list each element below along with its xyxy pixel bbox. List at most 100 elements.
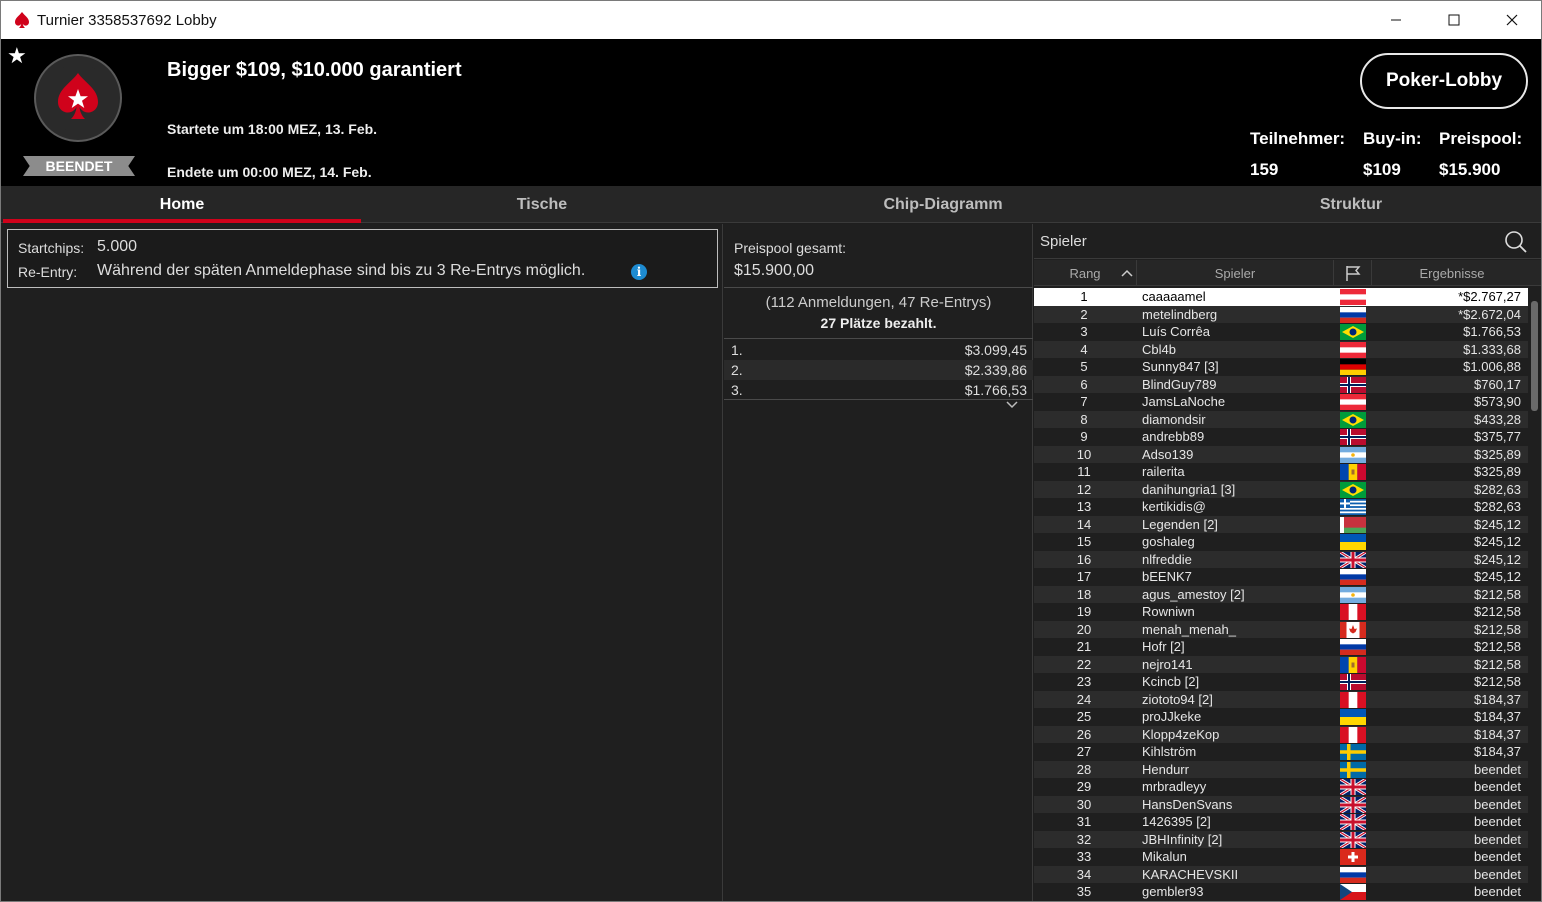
player-row[interactable]: 10 Adso139 $325,89 (1034, 445, 1529, 463)
player-rank: 35 (1076, 884, 1092, 899)
player-row[interactable]: 25 proJJkeke $184,37 (1034, 708, 1529, 726)
player-result: $212,58 (1474, 656, 1521, 672)
country-flag-icon (1340, 761, 1366, 778)
player-row[interactable]: 15 goshaleg $245,12 (1034, 533, 1529, 551)
player-row[interactable]: 34 KARACHEVSKII beendet (1034, 865, 1529, 883)
player-row[interactable]: 12 danihungria1 [3] $282,63 (1034, 480, 1529, 498)
player-row[interactable]: 20 menah_menah_ $212,58 (1034, 620, 1529, 638)
maximize-icon[interactable] (1425, 1, 1483, 39)
player-row[interactable]: 5 Sunny847 [3] $1.006,88 (1034, 358, 1529, 376)
player-rank: 16 (1076, 551, 1092, 567)
player-name: bEENK7 (1142, 569, 1192, 584)
close-icon[interactable] (1483, 1, 1541, 39)
player-name: agus_amestoy [2] (1142, 586, 1245, 602)
player-row[interactable]: 8 diamondsir $433,28 (1034, 410, 1529, 428)
player-name: JamsLaNoche (1142, 394, 1226, 409)
player-row[interactable]: 29 mrbradleyy beendet (1034, 778, 1529, 796)
player-row[interactable]: 18 agus_amestoy [2] $212,58 (1034, 585, 1529, 603)
player-rank: 2 (1080, 306, 1088, 322)
player-row[interactable]: 14 Legenden [2] $245,12 (1034, 515, 1529, 533)
tab-home[interactable]: Home (3, 186, 361, 223)
country-flag-icon (1340, 411, 1366, 428)
column-header-flag[interactable] (1334, 260, 1372, 286)
player-row[interactable]: 3 Luís Corrêa $1.766,53 (1034, 323, 1529, 341)
player-row[interactable]: 19 Rowniwn $212,58 (1034, 603, 1529, 621)
player-row[interactable]: 1 caaaaamel *$2.767,27 (1034, 288, 1529, 306)
player-row[interactable]: 4 Cbl4b $1.333,68 (1034, 340, 1529, 358)
player-result: $245,12 (1474, 569, 1521, 584)
player-rank: 24 (1076, 691, 1092, 707)
player-row[interactable]: 32 JBHInfinity [2] beendet (1034, 830, 1529, 848)
player-rank: 13 (1076, 499, 1092, 514)
player-row[interactable]: 35 gembler93 beendet (1034, 883, 1529, 901)
player-row[interactable]: 24 ziototo94 [2] $184,37 (1034, 690, 1529, 708)
player-rank: 33 (1076, 849, 1092, 864)
player-row[interactable]: 23 Kcincb [2] $212,58 (1034, 673, 1529, 691)
player-row[interactable]: 13 kertikidis@ $282,63 (1034, 498, 1529, 516)
paid-places: 27 Plätze bezahlt. (820, 315, 937, 331)
country-flag-icon (1340, 516, 1366, 533)
favorite-star-icon[interactable]: ★ (7, 45, 27, 67)
buyin-value: $109 (1363, 160, 1401, 179)
player-result: beendet (1474, 884, 1521, 899)
player-row[interactable]: 33 Mikalun beendet (1034, 848, 1529, 866)
player-row[interactable]: 31 1426395 [2] beendet (1034, 813, 1529, 831)
minimize-icon[interactable] (1367, 1, 1425, 39)
player-row[interactable]: 26 Klopp4zeKop $184,37 (1034, 725, 1529, 743)
column-header-player[interactable]: Spieler (1137, 260, 1334, 286)
player-row[interactable]: 2 metelindberg *$2.672,04 (1034, 305, 1529, 323)
player-row[interactable]: 9 andrebb89 $375,77 (1034, 428, 1529, 446)
player-row[interactable]: 22 nejro141 $212,58 (1034, 655, 1529, 673)
country-flag-icon (1340, 376, 1366, 393)
column-header-rank[interactable]: Rang (1034, 260, 1137, 286)
country-flag-icon (1340, 831, 1366, 848)
player-result: $245,12 (1474, 516, 1521, 532)
player-result: beendet (1474, 866, 1521, 882)
title-bar: Turnier 3358537692 Lobby (1, 1, 1541, 39)
poker-lobby-button[interactable]: Poker-Lobby (1360, 53, 1528, 109)
payout-row: 2. $2.339,86 (724, 360, 1033, 380)
country-flag-icon (1340, 621, 1366, 638)
divider (724, 287, 1033, 288)
chevron-down-icon[interactable] (1002, 399, 1022, 411)
country-flag-icon (1340, 866, 1366, 883)
country-flag-icon (1340, 306, 1366, 323)
player-row[interactable]: 30 HansDenSvans beendet (1034, 795, 1529, 813)
player-search-input[interactable] (1040, 228, 1500, 255)
player-rank: 19 (1076, 604, 1092, 619)
tab-chip-chart[interactable]: Chip-Diagramm (743, 186, 1143, 223)
player-row[interactable]: 17 bEENK7 $245,12 (1034, 568, 1529, 586)
player-row[interactable]: 6 BlindGuy789 $760,17 (1034, 375, 1529, 393)
info-icon[interactable]: i (631, 264, 647, 280)
player-row[interactable]: 16 nlfreddie $245,12 (1034, 550, 1529, 568)
scrollbar-thumb[interactable] (1531, 301, 1538, 411)
player-name: Sunny847 [3] (1142, 359, 1219, 374)
country-flag-icon (1340, 499, 1366, 515)
player-result: beendet (1474, 796, 1521, 812)
player-result: $375,77 (1474, 429, 1521, 444)
player-name: KARACHEVSKII (1142, 866, 1239, 882)
player-row[interactable]: 11 railerita $325,89 (1034, 463, 1529, 481)
column-header-results[interactable]: Ergebnisse (1372, 260, 1532, 286)
player-name: metelindberg (1142, 306, 1218, 322)
participants-label: Teilnehmer: (1250, 129, 1346, 148)
player-result: $212,58 (1474, 639, 1521, 654)
player-row[interactable]: 7 JamsLaNoche $573,90 (1034, 393, 1529, 411)
player-result: $212,58 (1474, 621, 1521, 637)
search-icon[interactable] (1504, 230, 1528, 254)
home-info-panel: Startchips: 5.000 Re-Entry: Während der … (1, 224, 723, 901)
tab-home-label: Home (159, 195, 205, 213)
player-row[interactable]: 27 Kihlström $184,37 (1034, 743, 1529, 761)
end-time: Endete um 00:00 MEZ, 14. Feb. (167, 164, 372, 180)
player-result: $212,58 (1474, 604, 1521, 619)
tab-tables[interactable]: Tische (363, 186, 721, 223)
player-name: danihungria1 [3] (1142, 481, 1236, 497)
player-row[interactable]: 21 Hofr [2] $212,58 (1034, 638, 1529, 656)
player-result: $433,28 (1474, 411, 1521, 427)
player-list-scrollbar[interactable] (1528, 287, 1541, 901)
tournament-status-badge: BEENDET (23, 156, 135, 176)
sort-ascending-icon (1121, 269, 1133, 277)
tab-structure[interactable]: Struktur (1161, 186, 1541, 223)
country-flag-icon (1340, 341, 1366, 358)
player-row[interactable]: 28 Hendurr beendet (1034, 760, 1529, 778)
